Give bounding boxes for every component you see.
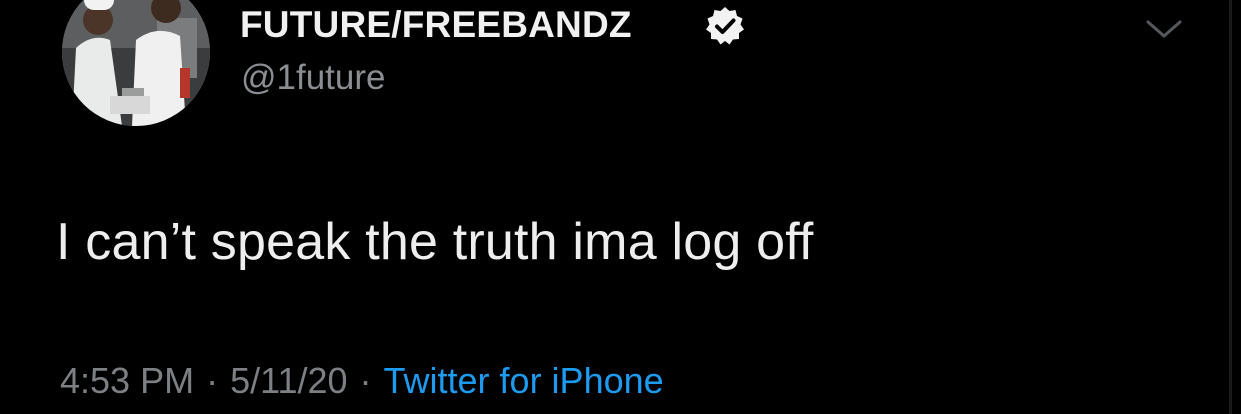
tweet-time[interactable]: 4:53 PM (60, 360, 194, 401)
tweet-source-link[interactable]: Twitter for iPhone (384, 360, 664, 401)
tweet-date[interactable]: 5/11/20 (230, 360, 347, 401)
author-handle[interactable]: @1future (241, 56, 386, 100)
author-display-name[interactable]: FUTURE/FREEBANDZ (240, 3, 632, 47)
meta-separator: · (206, 360, 219, 401)
tweet-meta: 4:53 PM · 5/11/20 · Twitter for iPhone (60, 356, 664, 406)
verified-badge-icon (706, 7, 744, 45)
author-avatar[interactable] (62, 0, 210, 126)
meta-separator: · (359, 360, 372, 401)
avatar-photo-icon (62, 0, 210, 126)
tweet-card: FUTURE/FREEBANDZ @1future I can’t speak … (0, 0, 1241, 414)
scrollbar-track (1229, 0, 1232, 414)
chevron-down-icon[interactable] (1142, 14, 1186, 44)
tweet-text: I can’t speak the truth ima log off (56, 213, 814, 271)
